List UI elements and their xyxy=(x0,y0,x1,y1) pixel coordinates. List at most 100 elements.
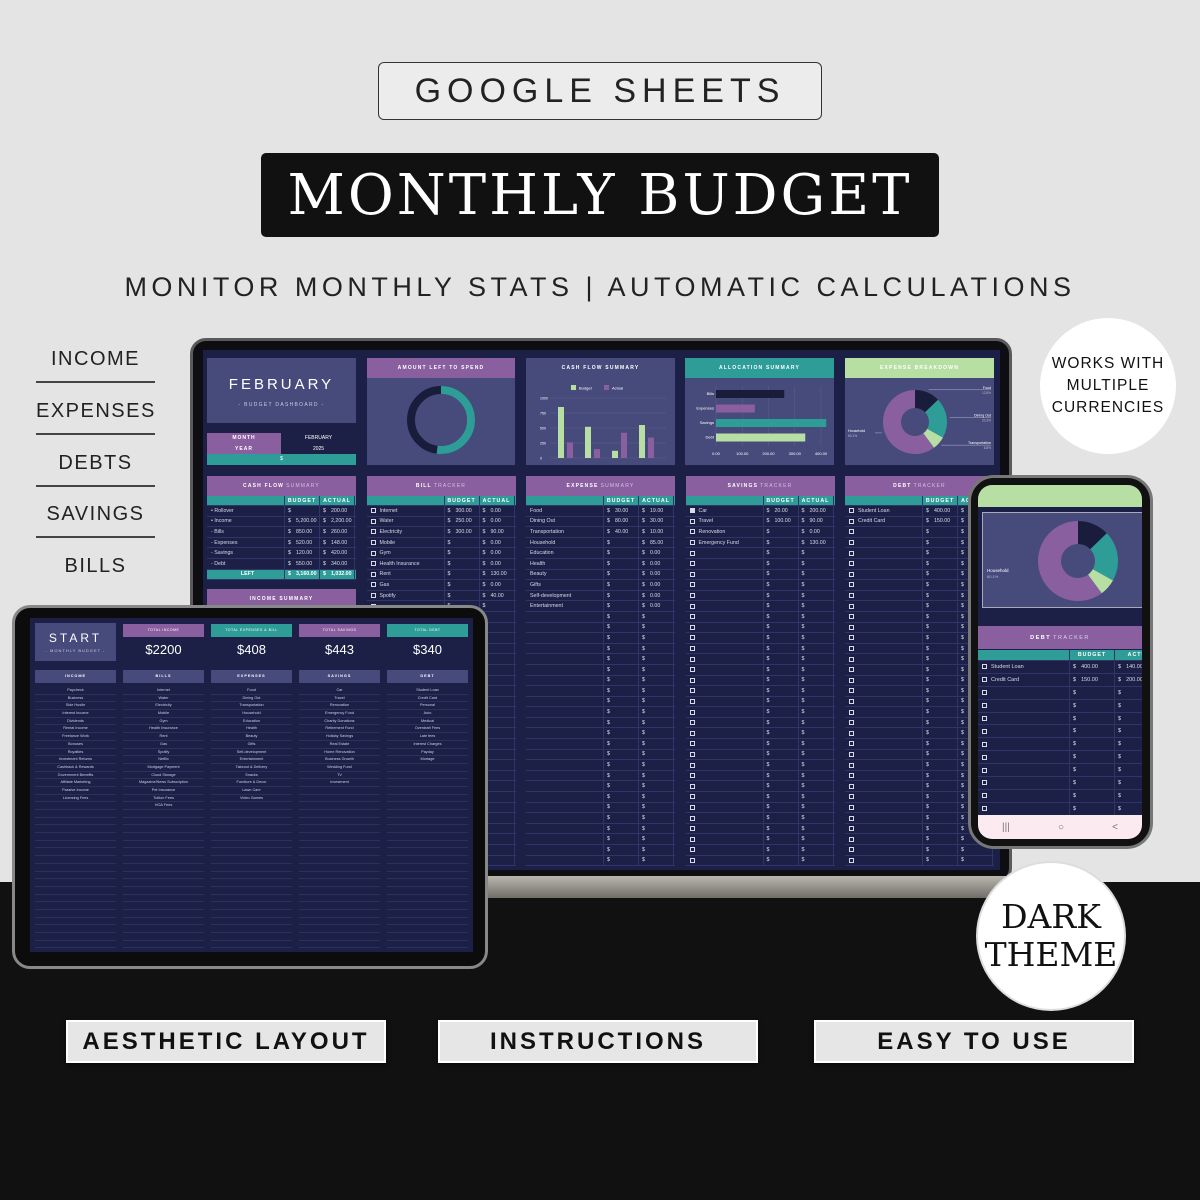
list-item[interactable]: Cloud Storage xyxy=(123,772,204,780)
list-item[interactable]: Holiday Savings xyxy=(299,733,380,741)
budget-cell[interactable]: $ xyxy=(1070,686,1115,699)
actual-cell[interactable]: $ xyxy=(799,707,834,717)
budget-cell[interactable]: $ xyxy=(923,601,958,611)
list-item[interactable]: Entertainment xyxy=(211,756,292,764)
actual-cell[interactable]: $ xyxy=(639,707,674,717)
list-item[interactable] xyxy=(35,910,116,918)
budget-cell[interactable]: $ xyxy=(923,622,958,633)
row-checkbox[interactable] xyxy=(849,762,854,768)
actual-cell[interactable]: $19.00 xyxy=(639,506,674,516)
year-select[interactable]: 2025 xyxy=(281,443,356,454)
row-checkbox[interactable] xyxy=(689,741,695,747)
list-item[interactable] xyxy=(387,818,468,826)
budget-cell[interactable]: $ xyxy=(285,506,320,516)
budget-cell[interactable]: $ xyxy=(604,823,639,834)
row-checkbox[interactable] xyxy=(370,540,376,546)
actual-cell[interactable]: $ xyxy=(1115,738,1142,750)
list-item[interactable]: Electricity xyxy=(123,702,204,711)
actual-cell[interactable]: $ xyxy=(639,717,674,728)
row-checkbox[interactable] xyxy=(689,826,695,832)
budget-cell[interactable]: $ xyxy=(923,717,958,728)
actual-cell[interactable]: $0.00 xyxy=(639,590,674,601)
list-item[interactable] xyxy=(387,802,468,810)
list-item[interactable] xyxy=(299,918,380,926)
row-checkbox[interactable] xyxy=(689,635,695,641)
actual-cell[interactable]: $ xyxy=(799,845,834,855)
budget-cell[interactable]: $ xyxy=(923,823,958,834)
row-checkbox[interactable] xyxy=(982,716,987,721)
list-item[interactable] xyxy=(299,895,380,903)
actual-cell[interactable]: $ xyxy=(799,792,834,802)
actual-cell[interactable]: $10.00 xyxy=(639,527,674,537)
row-checkbox[interactable] xyxy=(370,582,376,588)
list-item[interactable]: Royalties xyxy=(35,749,116,757)
list-item[interactable]: Interest Charges xyxy=(387,741,468,749)
budget-cell[interactable]: $ xyxy=(764,622,799,633)
row-checkbox[interactable] xyxy=(849,804,854,810)
actual-cell[interactable]: $ xyxy=(1115,687,1142,699)
list-item[interactable]: Payday xyxy=(387,749,468,757)
actual-cell[interactable]: $ xyxy=(799,760,834,770)
budget-cell[interactable]: $30.00 xyxy=(604,506,639,516)
actual-cell[interactable]: $ xyxy=(639,823,674,834)
actual-cell[interactable]: $ xyxy=(1115,764,1142,776)
actual-cell[interactable]: $130.00 xyxy=(799,537,834,548)
row-checkbox[interactable] xyxy=(689,720,695,726)
actual-cell[interactable]: $ xyxy=(639,654,674,664)
row-checkbox[interactable] xyxy=(849,540,854,546)
budget-cell[interactable]: $ xyxy=(445,569,480,580)
list-item[interactable]: Mortgage Payment xyxy=(123,764,204,772)
actual-cell[interactable]: $ xyxy=(799,569,834,580)
list-item[interactable] xyxy=(211,895,292,903)
list-item[interactable]: Car xyxy=(299,687,380,695)
budget-cell[interactable]: $ xyxy=(923,664,958,675)
list-item[interactable] xyxy=(123,887,204,895)
row-checkbox[interactable] xyxy=(689,847,695,853)
list-item[interactable]: Emergency Fund xyxy=(299,710,380,718)
actual-cell[interactable]: $0.00 xyxy=(639,580,674,590)
list-item[interactable]: Transportation xyxy=(211,702,292,711)
budget-cell[interactable]: $ xyxy=(764,781,799,792)
list-item[interactable]: Health Insurance xyxy=(123,725,204,734)
actual-cell[interactable]: $ xyxy=(1115,790,1142,802)
budget-cell[interactable]: $ xyxy=(764,643,799,654)
list-item[interactable]: Self-development xyxy=(211,749,292,757)
actual-cell[interactable]: $420.00 xyxy=(320,548,355,558)
row-checkbox[interactable] xyxy=(849,741,854,747)
list-item[interactable] xyxy=(211,833,292,841)
list-item[interactable] xyxy=(299,925,380,933)
list-item[interactable] xyxy=(35,895,116,903)
list-item[interactable] xyxy=(299,787,380,795)
list-item[interactable] xyxy=(299,910,380,918)
budget-cell[interactable]: $ xyxy=(604,749,639,760)
budget-cell[interactable]: $ xyxy=(1070,789,1115,802)
actual-cell[interactable]: $ xyxy=(639,845,674,855)
actual-cell[interactable]: $340.00 xyxy=(320,558,355,569)
list-item[interactable] xyxy=(211,848,292,857)
budget-cell[interactable]: $ xyxy=(604,781,639,792)
list-item[interactable]: Passive Income xyxy=(35,787,116,795)
list-item[interactable] xyxy=(387,941,468,949)
row-checkbox[interactable] xyxy=(849,836,854,842)
actual-cell[interactable]: $ xyxy=(639,739,674,749)
row-checkbox[interactable] xyxy=(689,571,695,577)
budget-cell[interactable]: $ xyxy=(764,707,799,717)
row-checkbox[interactable] xyxy=(982,767,987,773)
budget-cell[interactable]: $ xyxy=(604,760,639,770)
actual-cell[interactable]: $200.00 xyxy=(799,506,834,516)
actual-cell[interactable]: $ xyxy=(799,654,834,664)
budget-cell[interactable]: $ xyxy=(764,760,799,770)
row-checkbox[interactable] xyxy=(849,730,854,736)
actual-cell[interactable]: $ xyxy=(1115,751,1142,763)
row-checkbox[interactable] xyxy=(689,688,695,694)
budget-cell[interactable]: $ xyxy=(923,855,958,866)
actual-cell[interactable]: $130.00 xyxy=(480,569,515,580)
list-item[interactable]: Rent xyxy=(123,733,204,741)
actual-cell[interactable]: $0.00 xyxy=(639,548,674,558)
list-item[interactable] xyxy=(387,787,468,795)
actual-cell[interactable]: $ xyxy=(799,643,834,654)
row-checkbox[interactable] xyxy=(849,508,854,514)
row-checkbox[interactable] xyxy=(849,656,854,662)
actual-cell[interactable]: $ xyxy=(799,558,834,569)
row-checkbox[interactable] xyxy=(689,582,695,588)
